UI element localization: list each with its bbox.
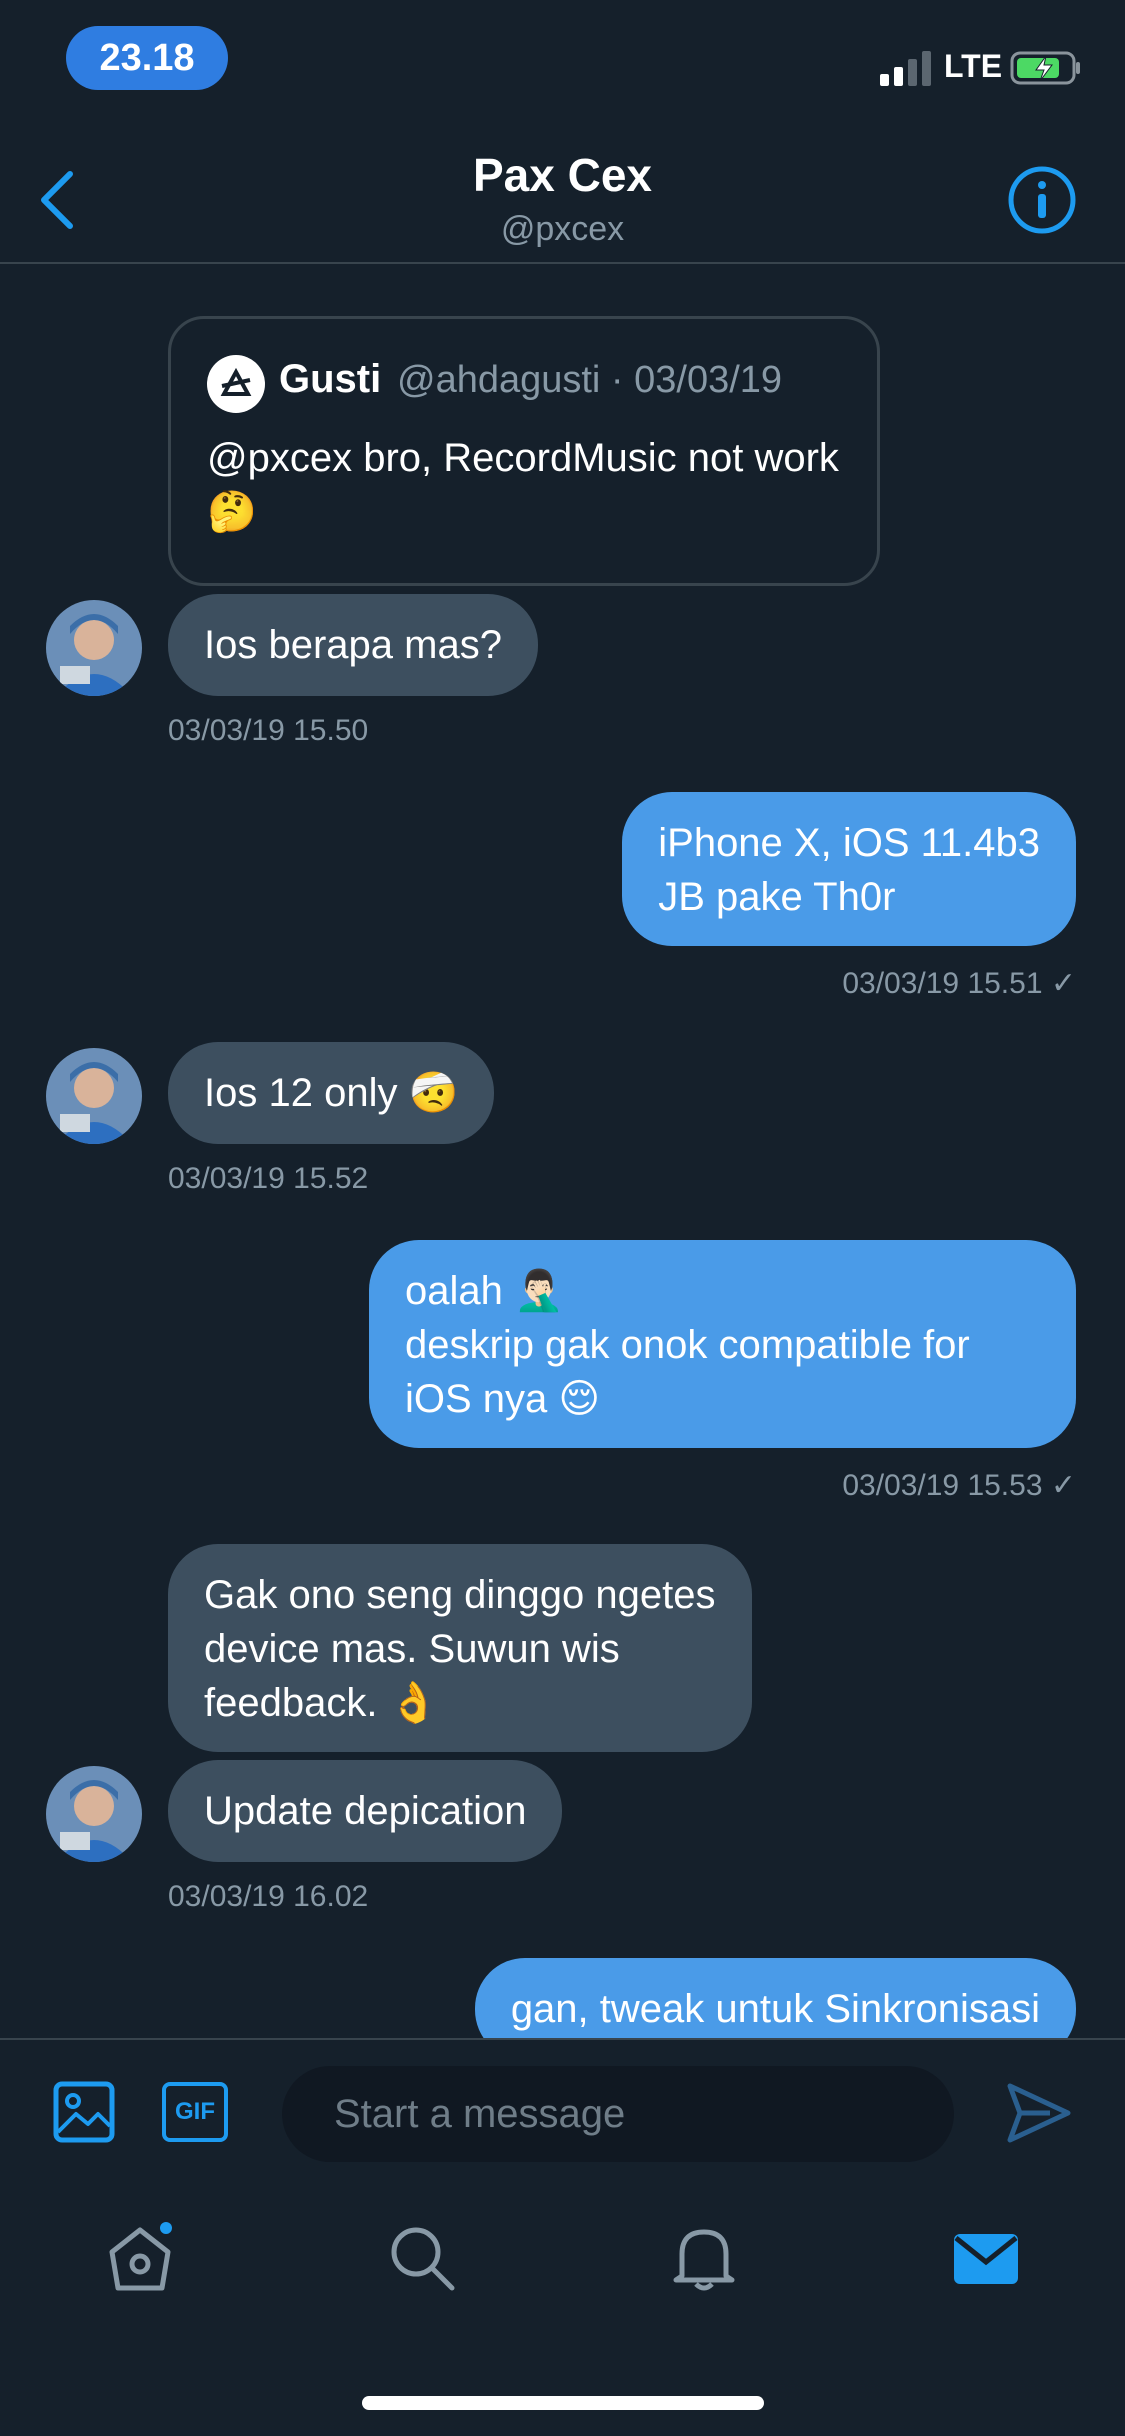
quoted-tweet-card[interactable]: Gusti @ahdagusti · 03/03/19 @pxcex bro, … bbox=[168, 316, 880, 586]
message-bubble-incoming[interactable]: Gak ono seng dinggo ngetes device mas. S… bbox=[168, 1544, 752, 1752]
quoted-tweet-meta: @ahdagusti · 03/03/19 bbox=[397, 359, 783, 401]
network-label: LTE bbox=[944, 48, 1003, 84]
mail-icon[interactable] bbox=[950, 2222, 1022, 2294]
quoted-tweet-text: @pxcex bro, RecordMusic not work 🤔 bbox=[207, 436, 839, 534]
message-input[interactable] bbox=[282, 2066, 954, 2162]
quoted-tweet-avatar bbox=[207, 355, 265, 413]
message-timestamp: 03/03/19 15.53 ✓ bbox=[842, 1469, 1076, 1502]
logo-icon bbox=[220, 367, 252, 396]
avatar-photo-icon bbox=[46, 600, 142, 696]
home-icon[interactable] bbox=[104, 2222, 176, 2294]
avatar-photo-icon bbox=[46, 1766, 142, 1862]
composer-divider bbox=[0, 2038, 1125, 2040]
message-bubble-incoming[interactable]: Ios 12 only 🤕 bbox=[168, 1042, 495, 1144]
send-icon[interactable] bbox=[1006, 2080, 1072, 2146]
status-time: 23.18 bbox=[66, 26, 228, 90]
message-bubble-incoming[interactable]: Ios berapa mas? bbox=[168, 594, 538, 696]
gif-button[interactable]: GIF bbox=[162, 2082, 228, 2142]
message-timestamp: 03/03/19 15.51 ✓ bbox=[842, 967, 1076, 1000]
image-icon[interactable] bbox=[52, 2080, 116, 2144]
message-bubble-outgoing[interactable]: iPhone X, iOS 11.4b3 JB pake Th0r bbox=[622, 792, 1076, 946]
bell-icon[interactable] bbox=[668, 2222, 740, 2294]
contact-avatar[interactable] bbox=[46, 1766, 142, 1862]
home-indicator bbox=[362, 2396, 764, 2410]
signal-icon bbox=[880, 51, 931, 86]
quoted-tweet-name: Gusti bbox=[279, 357, 382, 401]
contact-avatar[interactable] bbox=[46, 1048, 142, 1144]
message-clip-region: gan, tweak untuk Sinkronisasi bbox=[0, 1900, 1125, 2038]
avatar-photo-icon bbox=[46, 1048, 142, 1144]
message-bubble-incoming[interactable]: Update depication bbox=[168, 1760, 563, 1862]
message-timestamp: 03/03/19 15.50 bbox=[168, 714, 369, 747]
conversation-handle: @pxcex bbox=[500, 210, 625, 248]
message-bubble-outgoing[interactable]: oalah 🤦🏻‍♂️ deskrip gak onok compatible … bbox=[369, 1240, 1076, 1448]
conversation-title: Pax Cex bbox=[472, 149, 652, 201]
header-divider bbox=[0, 262, 1125, 264]
battery-charging-icon bbox=[1010, 51, 1080, 85]
search-icon[interactable] bbox=[386, 2222, 458, 2294]
message-timestamp: 03/03/19 15.52 bbox=[168, 1162, 369, 1195]
message-bubble-outgoing[interactable]: gan, tweak untuk Sinkronisasi bbox=[474, 1958, 1076, 2038]
info-icon[interactable] bbox=[1006, 164, 1078, 236]
contact-avatar[interactable] bbox=[46, 600, 142, 696]
